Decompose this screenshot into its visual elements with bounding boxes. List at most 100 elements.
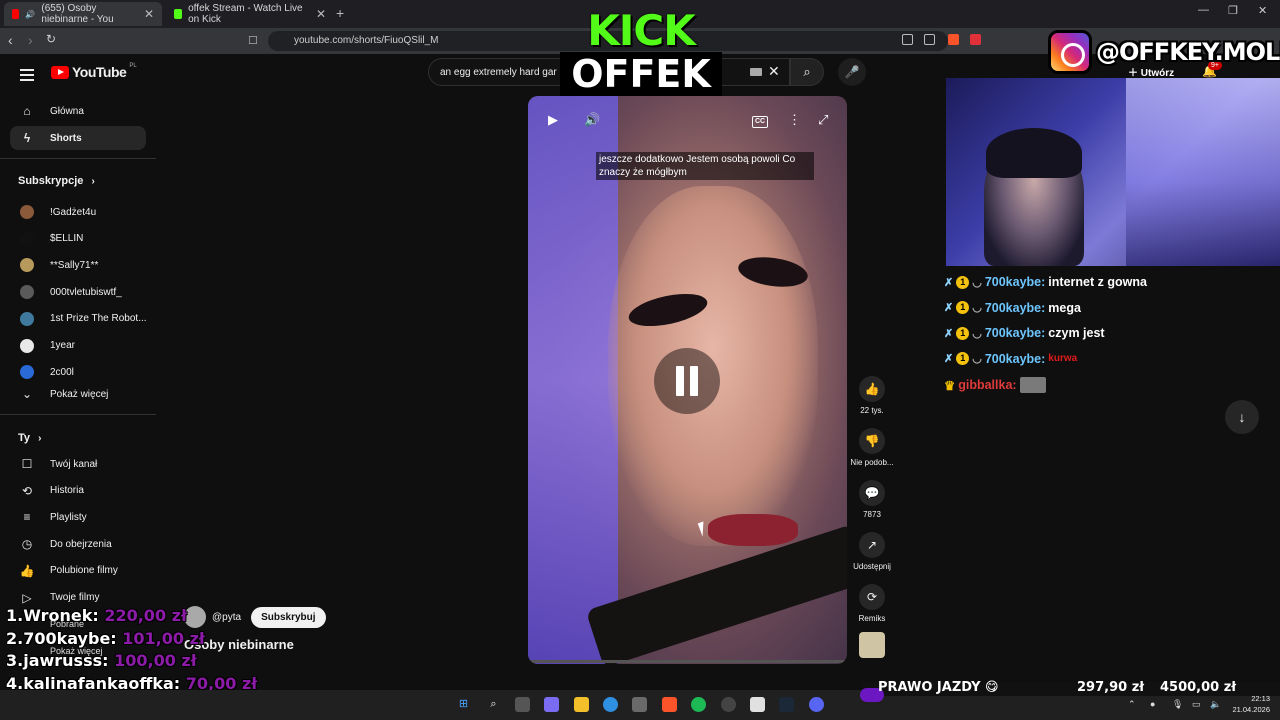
brave-shield-icon[interactable]: [948, 34, 959, 45]
captions-icon[interactable]: CC: [752, 116, 768, 128]
file-explorer-icon[interactable]: [574, 697, 589, 712]
spotify-icon[interactable]: [691, 697, 706, 712]
sidebar-you-item[interactable]: 👍 Polubione filmy: [10, 559, 146, 583]
goal-text: PRAWO JAZDY: [878, 680, 981, 695]
dislike-icon[interactable]: 👎: [859, 428, 885, 454]
sidebar-item-downloads[interactable]: Pobrane: [50, 619, 84, 629]
you-item-icon: ⟲: [21, 483, 33, 498]
remix-action[interactable]: ⟳ Remiks: [846, 584, 898, 623]
youtube-logo[interactable]: YouTube PL: [51, 63, 137, 80]
audio-thumbnail[interactable]: [859, 632, 885, 658]
fullscreen-icon[interactable]: ⤢: [818, 112, 828, 128]
search-button[interactable]: ⌕: [790, 58, 824, 86]
like-action[interactable]: 👍 22 tys.: [846, 376, 898, 415]
copilot-icon[interactable]: [544, 697, 559, 712]
minimize-button[interactable]: —: [1198, 4, 1209, 16]
sidebar-you-item[interactable]: ☐ Twój kanał: [10, 452, 146, 476]
sidebar-you-item[interactable]: ⟲ Historia: [10, 479, 146, 503]
tray-chevron-icon[interactable]: ⌃: [1128, 699, 1136, 710]
cast-icon[interactable]: [902, 34, 913, 45]
close-window-button[interactable]: ✕: [1258, 4, 1267, 17]
capcut-icon[interactable]: [750, 697, 765, 712]
subscriptions-heading[interactable]: Subskrypcje ›: [18, 175, 95, 187]
store-icon[interactable]: [632, 697, 647, 712]
scroll-down-button[interactable]: ↓: [1225, 400, 1259, 434]
tab-kick[interactable]: offek Stream - Watch Live on Kick ✕: [166, 2, 334, 26]
task-view-icon[interactable]: [515, 697, 530, 712]
sidebar-subscription[interactable]: 1st Prize The Robot...: [10, 307, 147, 331]
comment-icon[interactable]: 💬: [859, 480, 885, 506]
volume-tray-icon[interactable]: 🔈: [1210, 699, 1221, 710]
clear-search-icon[interactable]: ✕: [768, 63, 780, 80]
tab-youtube[interactable]: 🔊 (655) Osoby niebinarne - You ✕: [4, 2, 162, 26]
sidebar-item-label: Główna: [50, 105, 84, 117]
sidebar-you-item[interactable]: ◷ Do obejrzenia: [10, 532, 146, 556]
kick-logo: KICK: [587, 6, 696, 55]
channel-row: @pyta Subskrybuj: [184, 606, 326, 628]
edge-icon[interactable]: [603, 697, 618, 712]
sidebar-subscription[interactable]: 000tvletubiswtf_: [10, 280, 146, 304]
sidebar-subscription[interactable]: 2c00l: [10, 360, 146, 384]
network-icon[interactable]: ▭: [1192, 699, 1201, 710]
sidebar-item-shorts[interactable]: ϟ Shorts: [10, 126, 146, 150]
taskbar-search-icon[interactable]: ⌕: [486, 697, 501, 712]
logo-text: YouTube: [72, 64, 127, 80]
system-clock[interactable]: 22:13 21.04.2026: [1226, 693, 1270, 715]
pause-button[interactable]: [654, 348, 720, 414]
dislike-action[interactable]: 👎 Nie podob...: [846, 428, 898, 467]
tray-app-icon[interactable]: ●: [1150, 699, 1155, 709]
brave-icon[interactable]: [662, 697, 677, 712]
bookmark-icon[interactable]: ☐: [248, 34, 258, 47]
like-icon[interactable]: 👍: [859, 376, 885, 402]
home-icon: ⌂: [23, 104, 31, 118]
show-more-subs-button[interactable]: ⌄ Pokaż więcej: [10, 382, 146, 406]
chat-text: czym jest: [1048, 326, 1105, 340]
channel-name[interactable]: @pyta: [212, 612, 241, 623]
brave-rewards-icon[interactable]: [970, 34, 981, 45]
tab-label: (655) Osoby niebinarne - You: [41, 3, 114, 25]
forward-button[interactable]: ›: [28, 32, 33, 48]
close-tab-icon[interactable]: ✕: [316, 7, 326, 21]
sidebar-item-show-more[interactable]: Pokaż więcej: [50, 646, 103, 656]
menu-icon[interactable]: [20, 67, 34, 84]
restore-button[interactable]: ❐: [1228, 4, 1238, 17]
clock-date: 21.04.2026: [1232, 705, 1270, 714]
play-icon[interactable]: ▶: [548, 112, 558, 128]
kick-favicon-icon: [174, 9, 183, 19]
steam-icon[interactable]: [779, 697, 794, 712]
chatgpt-icon[interactable]: [721, 697, 736, 712]
sidebar-subscription[interactable]: $ELLIN: [10, 227, 146, 251]
comment-action[interactable]: 💬 7873: [846, 480, 898, 519]
remix-icon[interactable]: ⟳: [859, 584, 885, 610]
back-button[interactable]: ‹: [8, 32, 13, 48]
speaker-icon[interactable]: 🔊: [25, 10, 35, 19]
reload-button[interactable]: ↻: [46, 32, 56, 46]
sidebar-subscription[interactable]: **Sally71**: [10, 253, 146, 277]
you-title: Ty: [18, 432, 31, 444]
share-icon[interactable]: ↗: [859, 532, 885, 558]
you-heading[interactable]: Ty ›: [18, 432, 41, 444]
windows-start-icon[interactable]: ⊞: [456, 697, 471, 712]
sidebar-subscription[interactable]: 1year: [10, 334, 146, 358]
mic-tray-icon[interactable]: 🎙: [1172, 699, 1183, 710]
streamer-hair: [986, 128, 1082, 178]
more-options-icon[interactable]: ⋮: [788, 112, 801, 128]
sidebar-subscription[interactable]: !Gadżet4u: [10, 200, 146, 224]
subscribe-button[interactable]: Subskrybuj: [251, 606, 326, 628]
video-progress-bar[interactable]: [528, 660, 847, 663]
volume-icon[interactable]: 🔊: [584, 112, 600, 128]
share-page-icon[interactable]: [924, 34, 935, 45]
new-tab-button[interactable]: +: [336, 5, 344, 21]
share-action[interactable]: ↗ Udostępnij: [846, 532, 898, 571]
moon-badge-icon: ◡: [972, 327, 982, 340]
url-text: youtube.com/shorts/FiuoQSlil_M: [294, 35, 439, 46]
shorts-video-player[interactable]: jeszcze dodatkowo Jestem osobą powoli Co…: [528, 96, 847, 664]
close-tab-icon[interactable]: ✕: [144, 7, 154, 21]
sidebar-item-home[interactable]: ⌂ Główna: [10, 99, 146, 123]
discord-icon[interactable]: [809, 697, 824, 712]
channel-avatar[interactable]: [184, 606, 206, 628]
sidebar-you-item[interactable]: ≡ Playlisty: [10, 505, 146, 529]
keyboard-icon[interactable]: [750, 68, 762, 76]
channel-avatar-icon: [20, 231, 34, 246]
voice-search-button[interactable]: 🎤: [838, 58, 866, 86]
